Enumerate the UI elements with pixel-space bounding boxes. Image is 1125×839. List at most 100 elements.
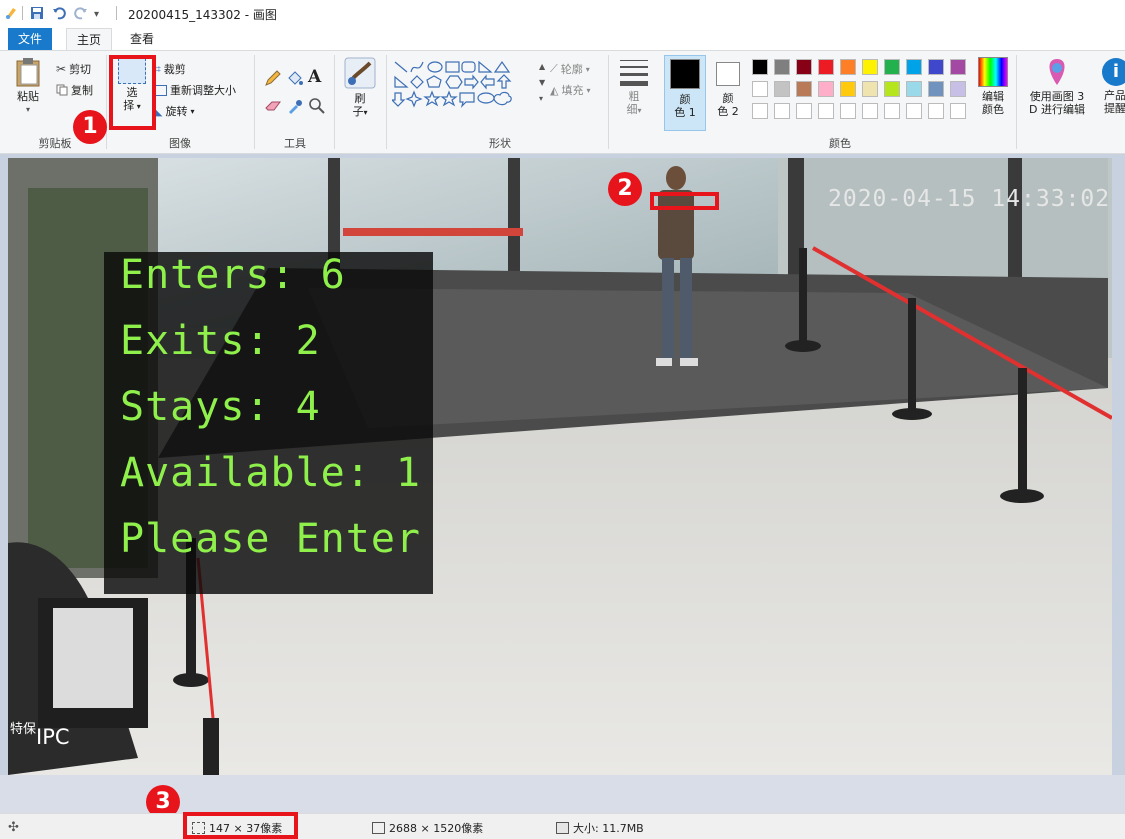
palette-swatch[interactable]	[862, 59, 878, 75]
video-timestamp: 2020-04-15 14:33:02	[828, 186, 1111, 212]
edit-colors-button[interactable]: 编辑 颜色	[974, 57, 1012, 116]
undo-icon[interactable]	[52, 6, 66, 20]
tab-file[interactable]: 文件	[8, 28, 52, 50]
guard-label: 特保	[10, 722, 37, 737]
palette-swatch[interactable]	[818, 59, 834, 75]
divider	[608, 55, 609, 149]
palette-swatch[interactable]	[928, 103, 944, 119]
paint3d-label-top: 使用画图 3	[1029, 90, 1085, 103]
palette-swatch[interactable]	[928, 59, 944, 75]
text-tool-icon[interactable]: A	[308, 67, 321, 87]
paint3d-button[interactable]: 使用画图 3 D 进行编辑	[1022, 57, 1092, 116]
palette-swatch[interactable]	[818, 103, 834, 119]
palette-swatch[interactable]	[906, 59, 922, 75]
gallery-scroll-up-icon[interactable]: ▲	[539, 62, 545, 71]
palette-swatch[interactable]	[906, 81, 922, 97]
palette-swatch[interactable]	[950, 59, 966, 75]
divider	[106, 55, 107, 149]
gallery-expand-icon[interactable]: ▾	[539, 94, 543, 103]
rotate-label: 旋转	[165, 105, 188, 118]
palette-swatch[interactable]	[884, 59, 900, 75]
tab-home[interactable]: 主页	[66, 28, 112, 50]
cut-button[interactable]: ✂ 剪切	[56, 61, 91, 77]
palette-swatch[interactable]	[752, 103, 768, 119]
color2-label-bottom: 色 2	[717, 105, 739, 118]
resize-label: 重新调整大小	[170, 84, 236, 97]
enters-count: Enters: 6	[120, 252, 346, 298]
paste-button[interactable]: 粘贴 ▾	[10, 57, 46, 116]
status-bar: ✣ 147 × 37像素 2688 × 1520像素 大小: 11.7MB	[0, 813, 1125, 839]
brush-label-bottom: 子	[352, 105, 364, 118]
fill-bucket-icon[interactable]	[286, 69, 304, 87]
edit-colors-label-top: 编辑	[982, 90, 1004, 103]
tab-view[interactable]: 查看	[120, 28, 164, 50]
palette-swatch[interactable]	[950, 103, 966, 119]
cut-label: 剪切	[69, 63, 92, 76]
image-size-text: 2688 × 1520像素	[389, 822, 484, 835]
quick-access-dropdown-icon[interactable]: ▾	[94, 7, 99, 21]
selection-size-highlight	[183, 812, 298, 839]
outline-label: 轮廓	[560, 63, 583, 76]
brushes-button[interactable]: 刷 子▾	[340, 57, 380, 119]
resize-button[interactable]: 重新调整大小	[154, 82, 236, 98]
size-label-top: 粗	[628, 90, 640, 103]
fill-button[interactable]: ◭ 填充 ▾	[550, 82, 590, 98]
color2-button[interactable]: 颜 色 2	[708, 55, 748, 131]
save-icon[interactable]	[30, 6, 44, 20]
palette-swatch[interactable]	[906, 103, 922, 119]
crop-label: 裁剪	[163, 63, 186, 76]
image-size: 2688 × 1520像素	[372, 820, 483, 836]
size-label-bottom: 细	[626, 103, 638, 116]
product-alert-label-bottom: 提醒	[1104, 102, 1125, 115]
outline-button[interactable]: ⟋ 轮廓 ▾	[550, 61, 590, 77]
palette-swatch[interactable]	[950, 81, 966, 97]
pencil-icon[interactable]	[264, 69, 282, 87]
size-button[interactable]: 粗 细▾	[614, 57, 654, 117]
palette-swatch[interactable]	[928, 81, 944, 97]
size-dropdown-icon: ▾	[637, 106, 642, 115]
outline-dropdown-icon: ▾	[585, 64, 590, 74]
product-alert-button[interactable]: i 产品 提醒	[1096, 57, 1125, 115]
available-count: Available: 1	[120, 450, 421, 496]
palette-swatch[interactable]	[840, 59, 856, 75]
shapes-group-label: 形状	[489, 137, 511, 150]
crop-button[interactable]: ⌗ 裁剪	[154, 61, 186, 77]
brush-icon	[344, 57, 376, 89]
tools-group-label: 工具	[284, 137, 306, 150]
select-button-highlight	[109, 55, 156, 130]
magnifier-icon[interactable]	[308, 97, 326, 115]
gallery-scroll-down-icon[interactable]: ▼	[539, 78, 545, 87]
color-palette	[752, 59, 972, 125]
rotate-button[interactable]: ◣ 旋转 ▾	[154, 103, 194, 119]
palette-swatch[interactable]	[840, 81, 856, 97]
copy-button[interactable]: 复制	[56, 82, 93, 98]
eraser-icon[interactable]	[264, 99, 282, 113]
image-canvas[interactable]: Enters: 6 Exits: 2 Stays: 4 Available: 1…	[8, 158, 1112, 775]
canvas-area[interactable]: Enters: 6 Exits: 2 Stays: 4 Available: 1…	[0, 154, 1125, 813]
palette-swatch[interactable]	[796, 59, 812, 75]
palette-swatch[interactable]	[862, 81, 878, 97]
shapes-gallery[interactable]	[390, 59, 538, 111]
palette-swatch[interactable]	[752, 81, 768, 97]
color2-label-top: 颜	[722, 92, 734, 105]
palette-swatch[interactable]	[774, 59, 790, 75]
info-icon: i	[1102, 58, 1125, 86]
ribbon: 粘贴 ▾ ✂ 剪切 复制 剪贴板 选 择 ▾ ⌗ 裁剪 重新调整大小 ◣ 旋转 …	[0, 50, 1125, 154]
redo-icon[interactable]	[74, 6, 88, 20]
palette-swatch[interactable]	[840, 103, 856, 119]
palette-swatch[interactable]	[862, 103, 878, 119]
color-picker-icon[interactable]	[286, 97, 304, 115]
palette-swatch[interactable]	[774, 81, 790, 97]
image-size-icon	[372, 822, 385, 834]
title-bar: ▾ 20200415_143302 - 画图	[0, 0, 1125, 28]
palette-swatch[interactable]	[796, 81, 812, 97]
product-alert-label-top: 产品	[1104, 89, 1125, 102]
palette-swatch[interactable]	[884, 81, 900, 97]
palette-swatch[interactable]	[884, 103, 900, 119]
palette-swatch[interactable]	[774, 103, 790, 119]
palette-swatch[interactable]	[752, 59, 768, 75]
palette-swatch[interactable]	[818, 81, 834, 97]
color1-button[interactable]: 颜 色 1	[664, 55, 706, 131]
palette-swatch[interactable]	[796, 103, 812, 119]
brush-dropdown-icon: ▾	[363, 108, 368, 117]
